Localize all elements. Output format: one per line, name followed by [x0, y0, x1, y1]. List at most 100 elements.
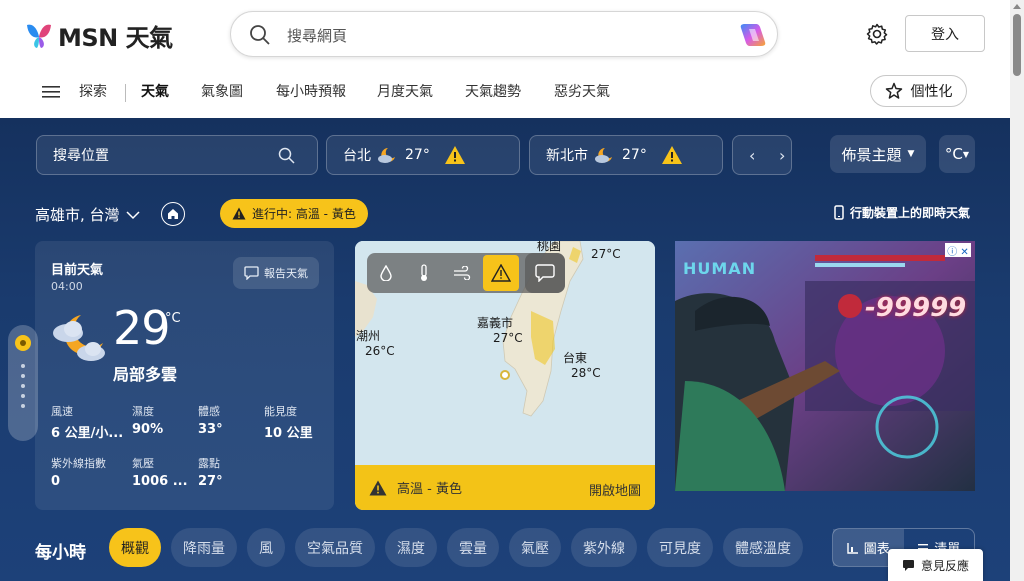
- hamburger-menu-icon[interactable]: [42, 85, 60, 99]
- nav-divider: [125, 84, 126, 102]
- personalize-button[interactable]: 個性化: [870, 75, 967, 107]
- ad-game-title: HUMAN: [683, 259, 757, 278]
- side-scroll-dial[interactable]: [8, 325, 38, 441]
- search-icon: [278, 147, 295, 164]
- stat-uv-index: 紫外線指數 0: [51, 455, 106, 489]
- map-label-chaozhou-temp: 26°C: [365, 344, 395, 358]
- open-map-link[interactable]: 開啟地圖: [589, 480, 641, 499]
- city-temp: 27°: [405, 147, 430, 163]
- tab-uv[interactable]: 紫外線: [571, 528, 637, 567]
- nav-item-hourly[interactable]: 每小時預報: [276, 81, 346, 101]
- warning-icon: [369, 480, 387, 495]
- wind-layer-button[interactable]: [443, 254, 481, 292]
- map-comment-button[interactable]: [525, 253, 565, 293]
- weather-map-card[interactable]: 桃園 27°C 潮州 26°C 嘉義市 27°C 台東 28°C 高溫 - 黃色…: [355, 241, 655, 510]
- nav-item-severe[interactable]: 惡劣天氣: [554, 81, 610, 101]
- map-alert-text: 高溫 - 黃色: [397, 482, 462, 497]
- location-name: 高雄市, 台灣: [35, 206, 120, 224]
- feedback-button[interactable]: 意見反應: [888, 549, 983, 581]
- personalize-label: 個性化: [910, 84, 953, 100]
- city-card-new-taipei[interactable]: 新北市 27°: [529, 135, 723, 175]
- tab-cloud-cover[interactable]: 雲量: [447, 528, 499, 567]
- theme-button[interactable]: 佈景主題 ▼: [830, 135, 926, 173]
- chart-icon: [847, 542, 858, 554]
- raindrop-icon: [380, 265, 392, 281]
- chevron-down-icon: ▼: [962, 149, 970, 159]
- current-weather-title: 目前天氣: [51, 263, 104, 278]
- map-alert-footer[interactable]: 高溫 - 黃色 開啟地圖: [355, 465, 655, 510]
- tab-wind[interactable]: 風: [247, 528, 285, 567]
- msn-logo[interactable]: MSN 天氣: [24, 18, 173, 53]
- precipitation-layer-button[interactable]: [367, 254, 405, 292]
- scrollbar-thumb[interactable]: [1013, 14, 1021, 76]
- advertisement[interactable]: HUMAN -99999 ⓘ ✕: [675, 241, 975, 491]
- warning-icon: [444, 146, 465, 164]
- home-location-button[interactable]: [161, 202, 185, 226]
- chevron-down-icon: [126, 210, 140, 219]
- phone-icon: [834, 205, 844, 220]
- stat-value: 90%: [132, 422, 164, 437]
- stat-label: 濕度: [132, 405, 154, 418]
- city-card-taipei[interactable]: 台北 27°: [326, 135, 520, 175]
- mobile-live-weather-link[interactable]: 行動裝置上的即時天氣: [834, 204, 970, 221]
- stat-value: 6 公里/小...: [51, 426, 124, 441]
- scroll-up-arrow-icon[interactable]: [1013, 4, 1021, 9]
- unit-toggle-button[interactable]: °C ▼: [939, 135, 975, 173]
- stat-label: 紫外線指數: [51, 457, 106, 470]
- nav-item-trends[interactable]: 天氣趨勢: [465, 81, 521, 101]
- stat-dew-point: 露點 27°: [198, 455, 223, 489]
- alert-text: 進行中: 高溫 - 黃色: [252, 207, 356, 221]
- ad-choices-badge[interactable]: ⓘ ✕: [945, 243, 971, 258]
- temperature-layer-button[interactable]: [405, 254, 443, 292]
- city-name: 新北市: [546, 148, 588, 164]
- next-arrow-icon[interactable]: ›: [779, 146, 785, 165]
- nav-item-explore[interactable]: 探索: [79, 81, 107, 101]
- tab-pressure[interactable]: 氣壓: [509, 528, 561, 567]
- hourly-tabs: 概觀 降雨量 風 空氣品質 濕度 雲量 氣壓 紫外線 可見度 體感溫度: [109, 528, 803, 567]
- map-label-taitung: 台東: [563, 351, 588, 365]
- search-input[interactable]: 搜尋網頁: [287, 25, 347, 46]
- nav-item-monthly[interactable]: 月度天氣: [377, 81, 433, 101]
- map-label-taitung-temp: 28°C: [571, 366, 601, 380]
- report-weather-button[interactable]: 報告天氣: [233, 257, 319, 289]
- comment-icon: [535, 264, 555, 282]
- tab-overview[interactable]: 概觀: [109, 528, 161, 567]
- tab-visibility[interactable]: 可見度: [647, 528, 713, 567]
- dots-indicator-icon: [21, 364, 25, 408]
- nav-item-maps[interactable]: 氣象圖: [201, 81, 243, 101]
- ad-game-image: [675, 241, 975, 491]
- page-scrollbar[interactable]: [1010, 0, 1024, 581]
- warning-icon: [491, 264, 511, 282]
- current-weather-card: 目前天氣 04:00 報告天氣 29 °C 局部多雲 風速 6 公里/小... …: [35, 241, 334, 510]
- signin-button[interactable]: 登入: [905, 15, 985, 52]
- copilot-icon[interactable]: [739, 22, 767, 48]
- tab-air-quality[interactable]: 空氣品質: [295, 528, 375, 567]
- partly-cloudy-night-icon: [53, 315, 105, 361]
- severe-layer-button[interactable]: [483, 255, 519, 291]
- main-nav: 探索 天氣 氣象圖 每小時預報 月度天氣 天氣趨勢 惡劣天氣: [0, 68, 1010, 118]
- web-search-bar[interactable]: 搜尋網頁: [230, 11, 778, 57]
- nav-item-weather[interactable]: 天氣: [141, 81, 169, 101]
- location-search-input[interactable]: 搜尋位置: [36, 135, 318, 175]
- stat-label: 能見度: [264, 405, 297, 418]
- location-selector[interactable]: 高雄市, 台灣: [35, 204, 140, 225]
- current-temperature: 29: [113, 301, 171, 355]
- stat-visibility: 能見度 10 公里: [264, 403, 313, 441]
- settings-gear-icon[interactable]: [866, 23, 888, 45]
- sun-icon: [15, 335, 31, 351]
- top-bar: MSN 天氣 搜尋網頁 登入: [0, 0, 1010, 68]
- stat-label: 露點: [198, 457, 220, 470]
- map-label-chiayi-temp: 27°C: [493, 331, 523, 345]
- tab-humidity[interactable]: 濕度: [385, 528, 437, 567]
- prev-arrow-icon[interactable]: ‹: [749, 146, 755, 165]
- active-alert-pill[interactable]: 進行中: 高溫 - 黃色: [220, 199, 368, 228]
- stat-pressure: 氣壓 1006 ...: [132, 455, 188, 489]
- unit-label: °C: [944, 145, 963, 163]
- tab-precipitation[interactable]: 降雨量: [171, 528, 237, 567]
- home-icon: [168, 209, 178, 219]
- map-label-chiayi: 嘉義市: [477, 316, 514, 330]
- city-temp: 27°: [622, 147, 647, 163]
- tab-feels-like[interactable]: 體感溫度: [723, 528, 803, 567]
- thermometer-icon: [421, 264, 427, 281]
- stat-feels-like: 體感 33°: [198, 403, 223, 437]
